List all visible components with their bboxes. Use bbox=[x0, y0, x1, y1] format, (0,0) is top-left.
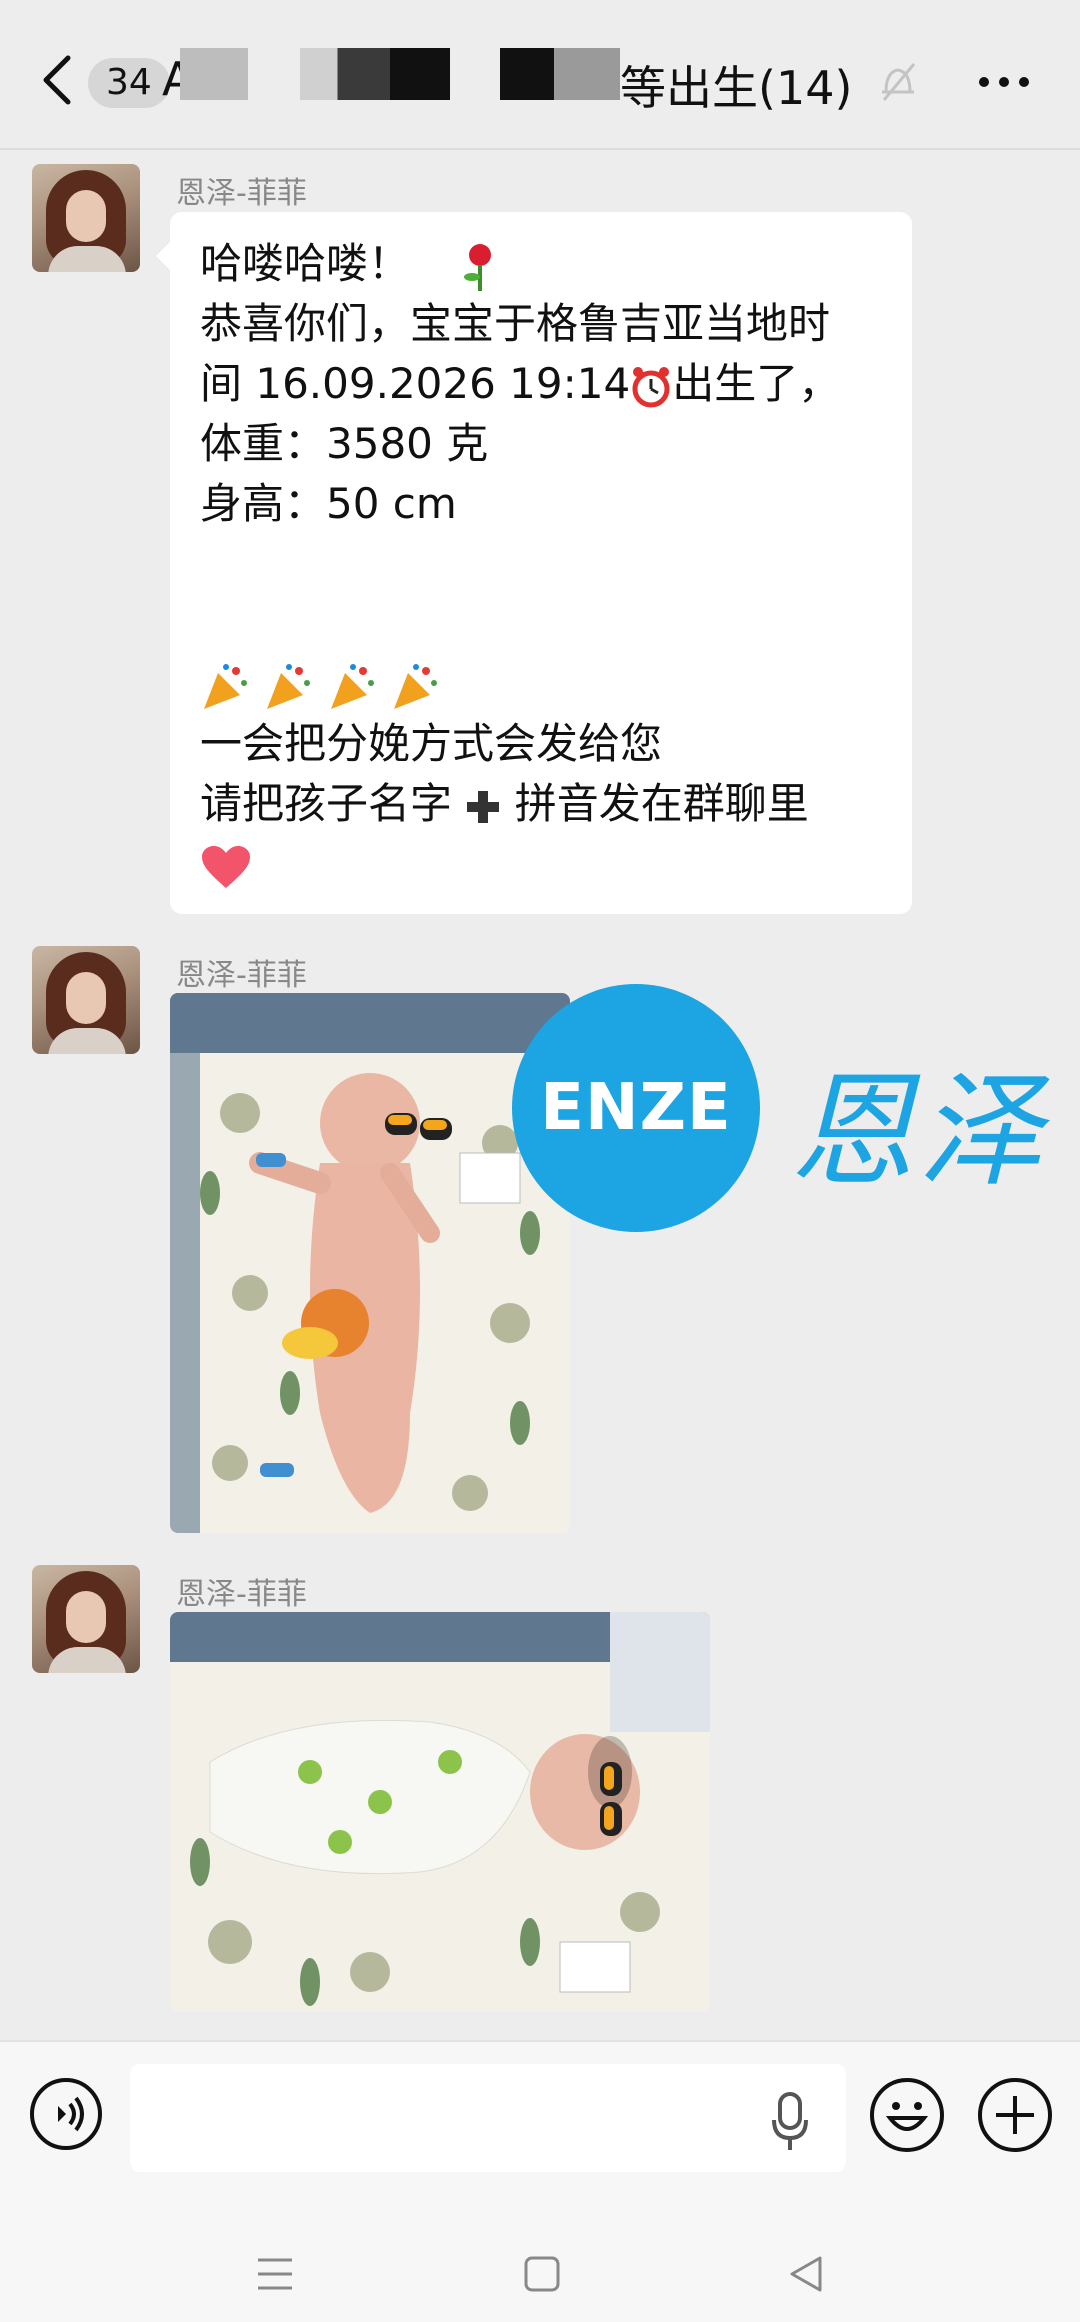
message-input[interactable] bbox=[130, 2064, 846, 2172]
enze-logo-chinese: 恩泽 bbox=[790, 1060, 1047, 1204]
message-line bbox=[200, 834, 882, 894]
avatar[interactable] bbox=[32, 164, 140, 272]
unread-count-badge: 34 bbox=[88, 58, 170, 108]
party-popper-icon bbox=[330, 663, 374, 709]
sender-name: 恩泽-菲菲 bbox=[176, 1577, 307, 1612]
party-popper-icon bbox=[204, 663, 247, 709]
message-line: 间 16.09.2026 19:14 出生了， bbox=[200, 359, 841, 408]
alarm-clock-icon bbox=[632, 366, 670, 407]
party-popper-icon bbox=[267, 663, 311, 709]
blurred-title-block bbox=[500, 48, 620, 100]
microphone-icon[interactable] bbox=[772, 2092, 808, 2152]
message-line: 恭喜你们，宝宝于格鲁吉亚当地时 bbox=[200, 299, 831, 348]
enze-logo: ENZE bbox=[512, 984, 760, 1232]
baby-photo-landscape[interactable] bbox=[170, 1612, 710, 2012]
mute-bell-icon bbox=[882, 63, 916, 101]
message-line: 哈喽哈喽！ bbox=[200, 234, 882, 294]
message-line: 身高：50 cm bbox=[200, 479, 457, 528]
chat-header: 34 A 等出生(14) bbox=[0, 0, 1080, 150]
more-icon[interactable] bbox=[974, 62, 1034, 102]
system-nav-bar bbox=[0, 2230, 1080, 2322]
back-arrow-icon[interactable] bbox=[36, 52, 80, 108]
plus-icon bbox=[467, 790, 500, 823]
blurred-title-block bbox=[300, 48, 450, 100]
baby-photo-portrait[interactable] bbox=[170, 993, 570, 1533]
sender-name: 恩泽-菲菲 bbox=[176, 176, 307, 211]
message-input-bar bbox=[0, 2040, 1080, 2232]
back-triangle-icon[interactable] bbox=[788, 2254, 824, 2294]
rose-icon bbox=[464, 243, 492, 291]
blurred-title-block bbox=[180, 48, 248, 100]
party-emoji-row bbox=[200, 654, 882, 714]
plus-icon[interactable] bbox=[978, 2078, 1052, 2152]
party-popper-icon bbox=[394, 663, 438, 709]
message-line: 体重：3580 克 bbox=[200, 419, 489, 468]
text-message-bubble[interactable]: 哈喽哈喽！ 恭喜你们，宝宝于格鲁吉亚当地时 间 16.09.2026 19:14… bbox=[156, 212, 912, 914]
sender-name: 恩泽-菲菲 bbox=[176, 958, 307, 993]
avatar[interactable] bbox=[32, 946, 140, 1054]
message-line: 一会把分娩方式会发给您 bbox=[200, 719, 663, 768]
message-line: 请把孩子名字 拼音发在群聊里 bbox=[200, 779, 809, 828]
avatar[interactable] bbox=[32, 1565, 140, 1673]
voice-icon[interactable] bbox=[30, 2078, 102, 2150]
heart-icon bbox=[202, 845, 250, 888]
home-square-icon[interactable] bbox=[524, 2256, 560, 2292]
menu-icon[interactable] bbox=[256, 2256, 294, 2292]
emoji-icon[interactable] bbox=[870, 2078, 944, 2152]
chat-title: 等出生(14) bbox=[620, 61, 853, 115]
